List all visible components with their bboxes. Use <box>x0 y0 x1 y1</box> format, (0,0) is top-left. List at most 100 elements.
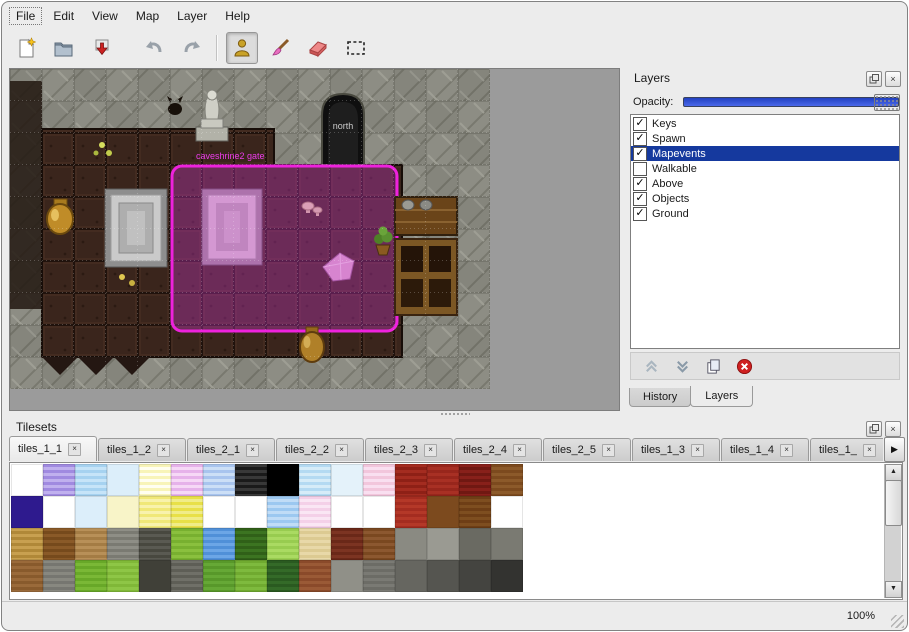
palette-tile[interactable] <box>395 496 427 528</box>
layer-visibility-checkbox[interactable]: ✓ <box>633 132 647 146</box>
palette-tile[interactable] <box>267 528 299 560</box>
menu-layer[interactable]: Layer <box>169 6 215 26</box>
palette-tile[interactable] <box>139 496 171 528</box>
tileset-tab-close-icon[interactable]: × <box>602 444 615 457</box>
palette-tile[interactable] <box>331 464 363 496</box>
scrollbar-thumb[interactable] <box>885 480 902 526</box>
palette-tile[interactable] <box>139 560 171 592</box>
palette-tile[interactable] <box>107 496 139 528</box>
palette-tile[interactable] <box>43 464 75 496</box>
brush-tool-button[interactable] <box>264 32 296 64</box>
palette-tile[interactable] <box>171 528 203 560</box>
menu-help[interactable]: Help <box>217 6 258 26</box>
palette-tile[interactable] <box>139 528 171 560</box>
tileset-tab-tiles_1_4[interactable]: tiles_1_4× <box>721 438 809 461</box>
palette-tile[interactable] <box>331 496 363 528</box>
layer-row-mapevents[interactable]: ✓Mapevents <box>631 146 899 161</box>
new-file-button[interactable] <box>10 32 42 64</box>
layers-close-button[interactable]: × <box>885 71 901 87</box>
palette-tile[interactable] <box>267 464 299 496</box>
map-canvas[interactable]: north <box>9 68 620 411</box>
menu-map[interactable]: Map <box>128 6 167 26</box>
palette-tile[interactable] <box>491 496 523 528</box>
rect-select-tool-button[interactable] <box>340 32 372 64</box>
menu-edit[interactable]: Edit <box>45 6 82 26</box>
dock-tab-history[interactable]: History <box>629 388 691 407</box>
layer-visibility-checkbox[interactable]: ✓ <box>633 192 647 206</box>
layer-delete-button[interactable] <box>734 356 754 376</box>
resize-grip[interactable] <box>891 615 904 628</box>
layer-visibility-checkbox[interactable]: ✓ <box>633 117 647 131</box>
palette-tile[interactable] <box>427 560 459 592</box>
tilesets-close-button[interactable]: × <box>885 421 901 437</box>
palette-tile[interactable] <box>459 464 491 496</box>
palette-tile[interactable] <box>75 560 107 592</box>
palette-tile[interactable] <box>203 560 235 592</box>
palette-tile[interactable] <box>43 560 75 592</box>
palette-tile[interactable] <box>107 464 139 496</box>
tileset-tab-tiles_1_2[interactable]: tiles_1_2× <box>98 438 186 461</box>
palette-tile[interactable] <box>267 496 299 528</box>
layer-row-spawn[interactable]: ✓Spawn <box>631 131 899 146</box>
tileset-tab-tiles_2_3[interactable]: tiles_2_3× <box>365 438 453 461</box>
layers-float-button[interactable] <box>866 71 882 87</box>
palette-tile[interactable] <box>299 496 331 528</box>
palette-tile[interactable] <box>299 560 331 592</box>
menu-file[interactable]: File <box>8 6 43 26</box>
layer-move-down-button[interactable] <box>672 356 692 376</box>
scroll-down-button[interactable]: ▼ <box>885 581 902 598</box>
palette-tile[interactable] <box>491 528 523 560</box>
palette-tile[interactable] <box>107 528 139 560</box>
scroll-up-button[interactable]: ▲ <box>885 464 902 481</box>
layer-row-above[interactable]: ✓Above <box>631 176 899 191</box>
palette-tile[interactable] <box>395 464 427 496</box>
palette-tile[interactable] <box>235 528 267 560</box>
palette-tile[interactable] <box>75 464 107 496</box>
layer-row-ground[interactable]: ✓Ground <box>631 206 899 221</box>
stamp-tool-button[interactable] <box>226 32 258 64</box>
palette-tile[interactable] <box>203 496 235 528</box>
palette-tile[interactable] <box>363 528 395 560</box>
palette-tile[interactable] <box>203 464 235 496</box>
tileset-tabs-scroll-right-button[interactable]: ▶ <box>884 437 905 462</box>
palette-tile[interactable] <box>267 560 299 592</box>
tileset-tab-close-icon[interactable]: × <box>513 444 526 457</box>
palette-tile[interactable] <box>491 560 523 592</box>
palette-tile[interactable] <box>235 496 267 528</box>
layer-row-objects[interactable]: ✓Objects <box>631 191 899 206</box>
layer-visibility-checkbox[interactable]: ✓ <box>633 177 647 191</box>
horizontal-splitter[interactable] <box>2 411 907 418</box>
eraser-tool-button[interactable] <box>302 32 334 64</box>
layer-move-up-button[interactable] <box>641 356 661 376</box>
open-folder-button[interactable] <box>48 32 80 64</box>
undo-button[interactable] <box>138 32 170 64</box>
tilesets-float-button[interactable] <box>866 421 882 437</box>
menu-view[interactable]: View <box>84 6 126 26</box>
tileset-tab-close-icon[interactable]: × <box>157 444 170 457</box>
dock-tab-layers[interactable]: Layers <box>690 386 753 407</box>
layer-row-keys[interactable]: ✓Keys <box>631 116 899 131</box>
opacity-slider[interactable] <box>683 97 899 107</box>
palette-tile[interactable] <box>11 528 43 560</box>
palette-tile[interactable] <box>75 496 107 528</box>
layer-visibility-checkbox[interactable]: ✓ <box>633 147 647 161</box>
layer-visibility-checkbox[interactable] <box>633 162 647 176</box>
layer-row-walkable[interactable]: Walkable <box>631 161 899 176</box>
palette-tile[interactable] <box>331 528 363 560</box>
tileset-tab-tiles_1_3[interactable]: tiles_1_3× <box>632 438 720 461</box>
palette-tile[interactable] <box>235 464 267 496</box>
palette-scrollbar[interactable]: ▲ ▼ <box>884 464 901 598</box>
palette-tile[interactable] <box>43 528 75 560</box>
palette-tile[interactable] <box>395 528 427 560</box>
tileset-tab-close-icon[interactable]: × <box>780 444 793 457</box>
palette-tile[interactable] <box>363 464 395 496</box>
layer-visibility-checkbox[interactable]: ✓ <box>633 207 647 221</box>
palette-tile[interactable] <box>427 496 459 528</box>
palette-tile[interactable] <box>171 496 203 528</box>
palette-tile[interactable] <box>11 560 43 592</box>
palette-tile[interactable] <box>427 464 459 496</box>
tileset-tab-close-icon[interactable]: × <box>335 444 348 457</box>
palette-tile[interactable] <box>331 560 363 592</box>
redo-button[interactable] <box>176 32 208 64</box>
palette-tile[interactable] <box>107 560 139 592</box>
